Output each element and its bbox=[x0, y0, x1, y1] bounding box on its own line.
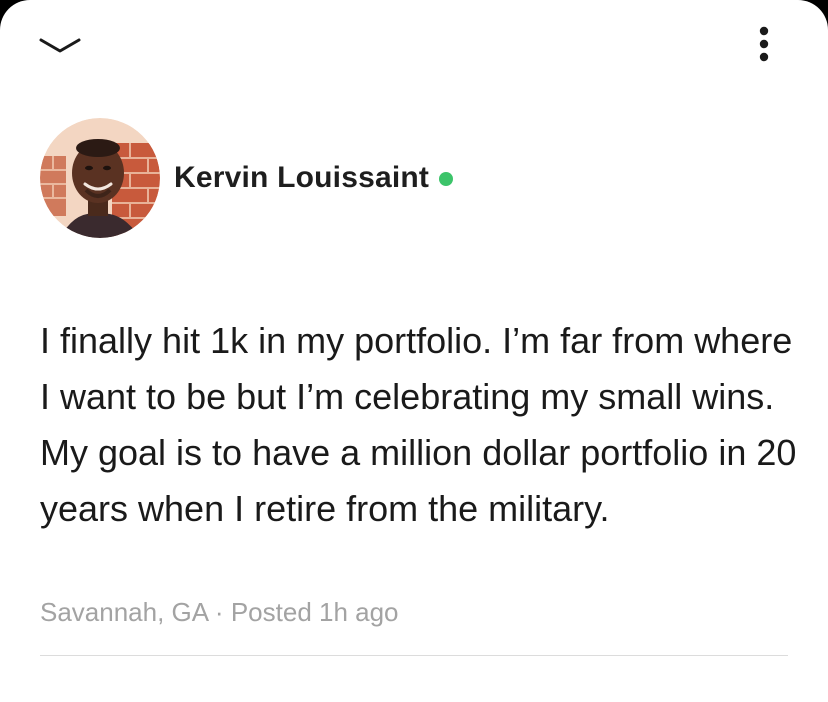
more-vertical-icon bbox=[759, 26, 769, 62]
post-body: I finally hit 1k in my portfolio. I’m fa… bbox=[40, 320, 797, 529]
avatar[interactable] bbox=[40, 118, 160, 238]
divider bbox=[40, 655, 788, 656]
author-row: Kervin Louissaint bbox=[40, 118, 454, 238]
post-detail-sheet: Kervin Louissaint I finally hit 1k in my… bbox=[0, 0, 828, 702]
more-options-button[interactable] bbox=[742, 20, 786, 70]
post-timestamp: Posted 1h ago bbox=[230, 597, 399, 627]
avatar-photo bbox=[40, 118, 160, 238]
author-name[interactable]: Kervin Louissaint bbox=[174, 161, 429, 195]
top-bar bbox=[0, 0, 828, 90]
online-status-indicator bbox=[439, 172, 454, 186]
chevron-down-icon bbox=[39, 38, 81, 53]
post-meta: Savannah, GA · Posted 1h ago bbox=[40, 597, 399, 628]
meta-separator: · bbox=[214, 597, 224, 627]
collapse-button[interactable] bbox=[34, 26, 94, 66]
post-location: Savannah, GA bbox=[40, 597, 208, 627]
